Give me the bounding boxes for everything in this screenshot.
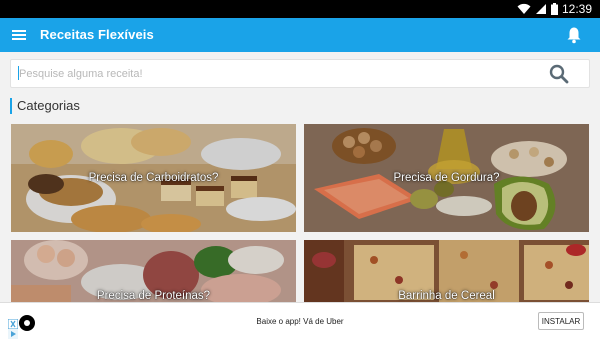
text-cursor (18, 66, 19, 80)
app-title: Receitas Flexíveis (40, 27, 154, 42)
category-label: Precisa de Carboidratos? (88, 172, 219, 184)
category-card-carbohydrates[interactable]: Precisa de Carboidratos? (11, 124, 296, 232)
app-bar: Receitas Flexíveis (0, 18, 600, 52)
search-icon[interactable] (549, 64, 569, 84)
section-title-categories: Categorias (10, 98, 80, 114)
battery-icon (550, 3, 558, 15)
category-card-fat[interactable]: Precisa de Gordura? (304, 124, 589, 232)
search-bar (10, 59, 590, 88)
ad-text: Baixe o app! Vá de Uber (256, 317, 344, 326)
status-icons: 12:39 (517, 2, 592, 16)
menu-icon[interactable] (11, 27, 27, 43)
category-card-proteins[interactable]: Precisa de Proteínas? (11, 240, 296, 302)
ad-banner[interactable]: Baixe o app! Vá de Uber INSTALAR (0, 302, 600, 339)
status-time: 12:39 (561, 2, 592, 16)
category-label: Barrinha de Cereal (398, 290, 495, 302)
notifications-bell-icon[interactable] (566, 26, 582, 44)
category-label: Precisa de Gordura? (393, 172, 500, 184)
search-input[interactable] (17, 64, 521, 84)
category-card-cereal-bar[interactable]: Barrinha de Cereal (304, 240, 589, 302)
install-button[interactable]: INSTALAR (538, 312, 584, 330)
signal-icon (535, 4, 546, 14)
wifi-icon (517, 3, 531, 15)
category-label: Precisa de Proteínas? (96, 290, 211, 302)
status-bar: 12:39 (0, 0, 600, 18)
